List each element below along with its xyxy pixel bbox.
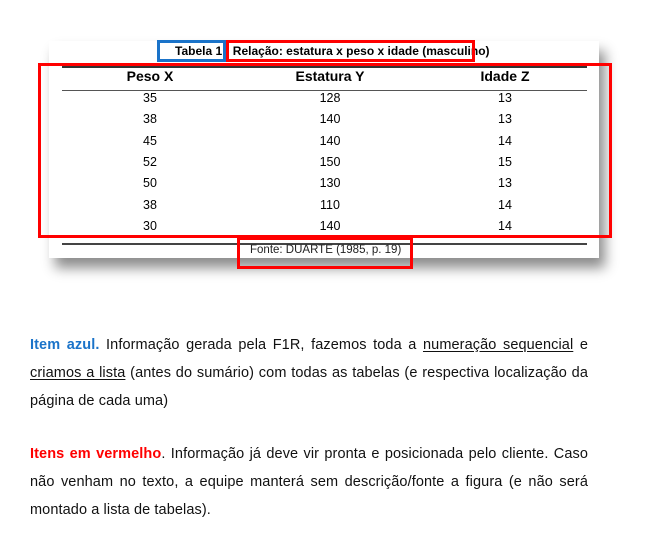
blue-item-label: Item azul. xyxy=(30,337,100,353)
blue-item-paragraph: Item azul. Informação gerada pela F1R, f… xyxy=(30,331,588,415)
red-items-label: Itens em vermelho xyxy=(30,446,162,462)
underlined-text: criamos a lista xyxy=(30,365,126,381)
blue-highlight-numbering xyxy=(157,40,226,62)
red-items-paragraph: Itens em vermelho. Informação já deve vi… xyxy=(30,440,588,524)
paragraph-text: e xyxy=(573,337,588,353)
red-highlight-table xyxy=(38,63,612,238)
red-highlight-source xyxy=(237,237,413,269)
red-highlight-title xyxy=(226,40,475,62)
paragraph-text: Informação gerada pela F1R, fazemos toda… xyxy=(99,337,423,353)
underlined-text: numeração sequencial xyxy=(422,337,574,353)
